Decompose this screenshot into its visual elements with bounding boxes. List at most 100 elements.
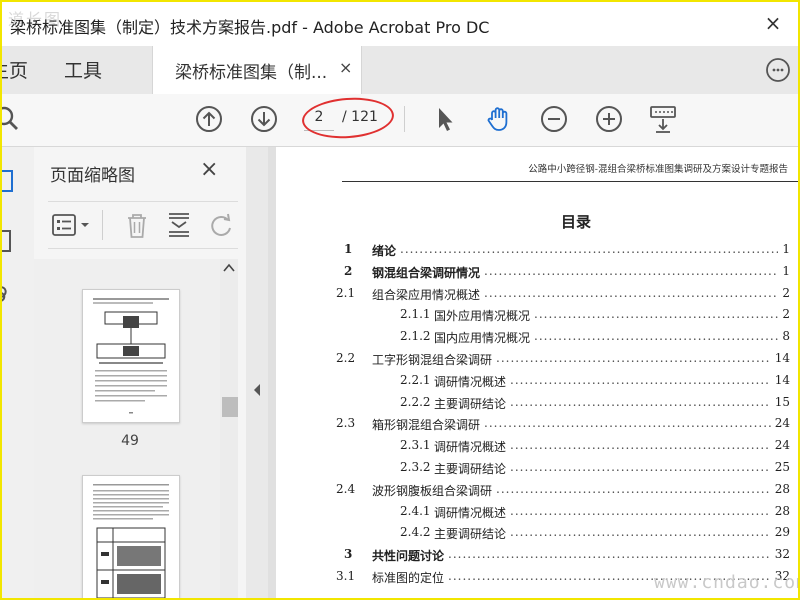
- toc-dot-leader: ........................................…: [510, 503, 771, 518]
- panel-close-button[interactable]: ×: [200, 157, 218, 182]
- page-thumbnails-icon[interactable]: [0, 167, 20, 197]
- attachments-icon[interactable]: [0, 279, 20, 309]
- thumbnail-page-label: 49: [121, 433, 139, 449]
- thumbnail-drawing-graphic: [93, 298, 169, 414]
- toc-entry[interactable]: 2 钢混组合梁调研情况..............................…: [276, 264, 790, 284]
- toc-entry-page: 14: [774, 372, 790, 387]
- toc-entry[interactable]: 2.2.2 主要调研结论.............................…: [276, 395, 790, 415]
- title-bar: 道长图 梁桥标准图集（制定）技术方案报告.pdf - Adobe Acrobat…: [2, 2, 798, 46]
- left-navigation-rail: [2, 147, 35, 598]
- keyboard-scroll-icon[interactable]: [648, 104, 678, 134]
- panel-toolbar: [48, 201, 238, 249]
- toc-entry-page: 29: [774, 525, 790, 540]
- toc-entry-title: 国外应用情况概况: [434, 309, 531, 324]
- toc-entry[interactable]: 1 绪论.....................................…: [276, 242, 790, 262]
- toc-entry-page: 28: [774, 503, 790, 518]
- toc-entry[interactable]: 2.4 波形钢腹板组合梁调研...........................…: [276, 482, 790, 502]
- toc-dot-leader: ........................................…: [510, 438, 771, 453]
- delete-page-icon[interactable]: [122, 210, 152, 240]
- toc-entry-number: 2.1: [336, 285, 356, 300]
- zoom-out-icon[interactable]: [539, 104, 569, 134]
- toc-entry[interactable]: 3 共性问题讨论.................................…: [276, 547, 790, 567]
- bookmarks-icon[interactable]: [0, 227, 20, 257]
- rotate-page-icon[interactable]: [206, 210, 236, 240]
- toc-entry-page: 28: [774, 481, 790, 496]
- toc-dot-leader: ........................................…: [510, 394, 771, 409]
- app-window: 道长图 梁桥标准图集（制定）技术方案报告.pdf - Adobe Acrobat…: [0, 0, 800, 600]
- toc-entry-number: 3: [344, 547, 353, 562]
- toc-dot-leader: ........................................…: [484, 263, 778, 278]
- thumbnail-scrollbar[interactable]: [220, 259, 238, 598]
- toc-dot-leader: ........................................…: [448, 547, 771, 562]
- tab-tools[interactable]: 工具: [64, 56, 102, 83]
- toc-dot-leader: ........................................…: [400, 242, 778, 256]
- select-cursor-icon[interactable]: [430, 104, 460, 134]
- toc-entry-title: 主要调研结论: [434, 396, 507, 411]
- toolbar-divider: [404, 106, 405, 132]
- toc-entry[interactable]: 2.3 箱形钢混组合梁调研............................…: [276, 416, 790, 436]
- toc-dot-leader: ........................................…: [510, 525, 771, 540]
- tab-home[interactable]: 主页: [2, 56, 28, 83]
- panel-title: 页面缩略图: [50, 166, 135, 186]
- toc-entry-title: 共性问题讨论: [372, 549, 445, 564]
- toc-entry[interactable]: 2.3.2 主要调研结论.............................…: [276, 460, 790, 480]
- toc-entry-title: 调研情况概述: [434, 440, 507, 455]
- zoom-in-icon[interactable]: [594, 104, 624, 134]
- toc-entry-page: 8: [782, 329, 790, 344]
- page-thumbnail[interactable]: [82, 475, 180, 598]
- toc-entry-title: 调研情况概述: [434, 374, 507, 389]
- main-toolbar: / 121: [2, 94, 798, 147]
- document-tab-close-button[interactable]: ×: [339, 58, 352, 77]
- document-view[interactable]: 公路中小跨径钢-混组合梁桥标准图集调研及方案设计专题报告 目录 1 绪论.....…: [268, 147, 798, 598]
- toc-entry[interactable]: 2.4.1 调研情况概述.............................…: [276, 504, 790, 524]
- toc-entry-page: 1: [782, 242, 790, 256]
- toc-entry-number: 2.3: [336, 416, 356, 431]
- toc-entry-title: 国内应用情况概况: [434, 331, 531, 346]
- toc-entry-page: 24: [774, 416, 790, 431]
- thumbnail-table-graphic: [93, 484, 169, 598]
- toc-entry-title: 工字形钢混组合梁调研: [372, 353, 493, 367]
- toc-entry-title: 标准图的定位: [372, 571, 445, 585]
- document-tab-label: 梁桥标准图集（制...: [175, 63, 328, 83]
- toc-entry-title: 绪论: [372, 244, 397, 258]
- collapse-left-arrow-icon[interactable]: [252, 383, 262, 397]
- toc-dot-leader: ........................................…: [510, 460, 771, 474]
- toc-entry-number: 2.4.1: [400, 503, 431, 518]
- toc-entry-page: 1: [782, 263, 790, 278]
- toc-entry[interactable]: 2.3.1 调研情况概述.............................…: [276, 438, 790, 458]
- toc-entry-number: 2.3.2: [400, 460, 431, 474]
- next-page-icon[interactable]: [249, 104, 279, 134]
- hand-tool-icon[interactable]: [484, 104, 514, 134]
- page-thumbnail[interactable]: [82, 289, 180, 423]
- search-icon[interactable]: [0, 104, 24, 134]
- watermark-url: www.cndao.com: [654, 572, 800, 593]
- window-close-button[interactable]: ×: [760, 10, 786, 36]
- toc-dot-leader: ........................................…: [496, 351, 771, 365]
- toc-entry[interactable]: 2.1.2 国内应用情况概况...........................…: [276, 329, 790, 349]
- toc-entry-title: 钢混组合梁调研情况: [372, 265, 481, 280]
- thumbnail-list[interactable]: 49: [34, 259, 220, 598]
- tab-document[interactable]: 梁桥标准图集（制... ×: [152, 46, 362, 94]
- toc-entry[interactable]: 2.2 工字形钢混组合梁调研...........................…: [276, 351, 790, 371]
- toc-entry-page: 15: [774, 394, 790, 409]
- toc-entry-title: 波形钢腹板组合梁调研: [372, 483, 493, 498]
- toc-entry-number: 2.2.1: [400, 372, 431, 387]
- toc-entry-title: 组合梁应用情况概述: [372, 287, 481, 302]
- panel-collapse-strip[interactable]: [246, 147, 269, 598]
- toc-entry[interactable]: 2.1.1 国外应用情况概况...........................…: [276, 307, 790, 327]
- insert-page-icon[interactable]: [164, 210, 194, 240]
- toc-entry[interactable]: 2.4.2 主要调研结论.............................…: [276, 525, 790, 545]
- pdf-page: 公路中小跨径钢-混组合梁桥标准图集调研及方案设计专题报告 目录 1 绪论.....…: [276, 147, 798, 598]
- toc-entry[interactable]: 2.2.1 调研情况概述.............................…: [276, 373, 790, 393]
- scrollbar-thumb[interactable]: [222, 397, 238, 417]
- toc-entry-page: 2: [782, 307, 790, 322]
- help-icon[interactable]: [762, 56, 790, 84]
- running-header: 公路中小跨径钢-混组合梁桥标准图集调研及方案设计专题报告: [528, 164, 788, 175]
- chevron-up-icon[interactable]: [223, 263, 235, 273]
- previous-page-icon[interactable]: [194, 104, 224, 134]
- header-rule: [342, 181, 798, 182]
- toc-entry-number: 2.2: [336, 351, 356, 365]
- toc-entry[interactable]: 2.1 组合梁应用情况概述............................…: [276, 286, 790, 306]
- thumbnail-options-icon[interactable]: [50, 210, 94, 240]
- toc-dot-leader: ........................................…: [496, 481, 771, 496]
